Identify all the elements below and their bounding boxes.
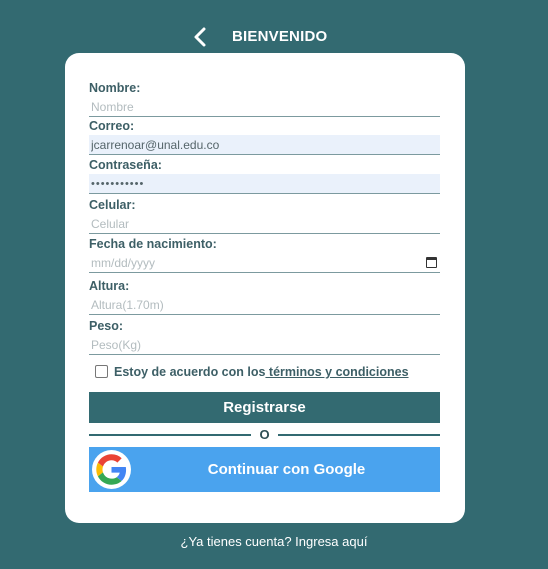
- celular-input[interactable]: [89, 214, 440, 234]
- fecha-label: Fecha de nacimiento:: [89, 237, 217, 251]
- google-icon: [92, 450, 131, 489]
- login-link[interactable]: ¿Ya tienes cuenta? Ingresa aquí: [0, 534, 548, 549]
- correo-input[interactable]: [89, 135, 440, 155]
- nombre-label: Nombre:: [89, 81, 141, 95]
- divider: O: [89, 427, 440, 442]
- password-input[interactable]: [89, 174, 440, 194]
- terms-link[interactable]: términos y condiciones: [265, 365, 409, 379]
- fecha-field-group: Fecha de nacimiento:: [89, 235, 440, 273]
- calendar-icon[interactable]: [426, 257, 437, 268]
- register-button[interactable]: Registrarse: [89, 392, 440, 423]
- google-button-label: Continuar con Google: [207, 461, 366, 478]
- contrasena-label: Contraseña:: [89, 158, 162, 172]
- correo-label: Correo:: [89, 119, 135, 133]
- google-signin-button[interactable]: Continuar con Google: [89, 447, 440, 492]
- page-title: BIENVENIDO: [232, 28, 328, 45]
- peso-input[interactable]: [89, 335, 440, 355]
- header: BIENVENIDO: [0, 24, 548, 52]
- altura-label: Altura:: [89, 279, 130, 293]
- nombre-input[interactable]: [89, 97, 440, 117]
- signup-card: Nombre: Correo: Contraseña: Celular: Fec…: [65, 53, 465, 523]
- terms-checkbox[interactable]: [95, 365, 108, 378]
- birthdate-input[interactable]: [89, 253, 440, 273]
- altura-field-group: Altura:: [89, 277, 440, 315]
- divider-or-text: O: [259, 427, 270, 442]
- chevron-left-icon[interactable]: [190, 26, 212, 48]
- terms-text: Estoy de acuerdo con los: [114, 365, 266, 379]
- correo-field-group: Correo:: [89, 117, 440, 155]
- peso-label: Peso:: [89, 319, 124, 333]
- celular-field-group: Celular:: [89, 196, 440, 234]
- celular-label: Celular:: [89, 198, 136, 212]
- terms-row: Estoy de acuerdo con los términos y cond…: [95, 364, 409, 380]
- altura-input[interactable]: [89, 295, 440, 315]
- nombre-field-group: Nombre:: [89, 79, 440, 117]
- contrasena-field-group: Contraseña:: [89, 156, 440, 194]
- date-input-wrapper: [89, 253, 440, 273]
- peso-field-group: Peso:: [89, 317, 440, 355]
